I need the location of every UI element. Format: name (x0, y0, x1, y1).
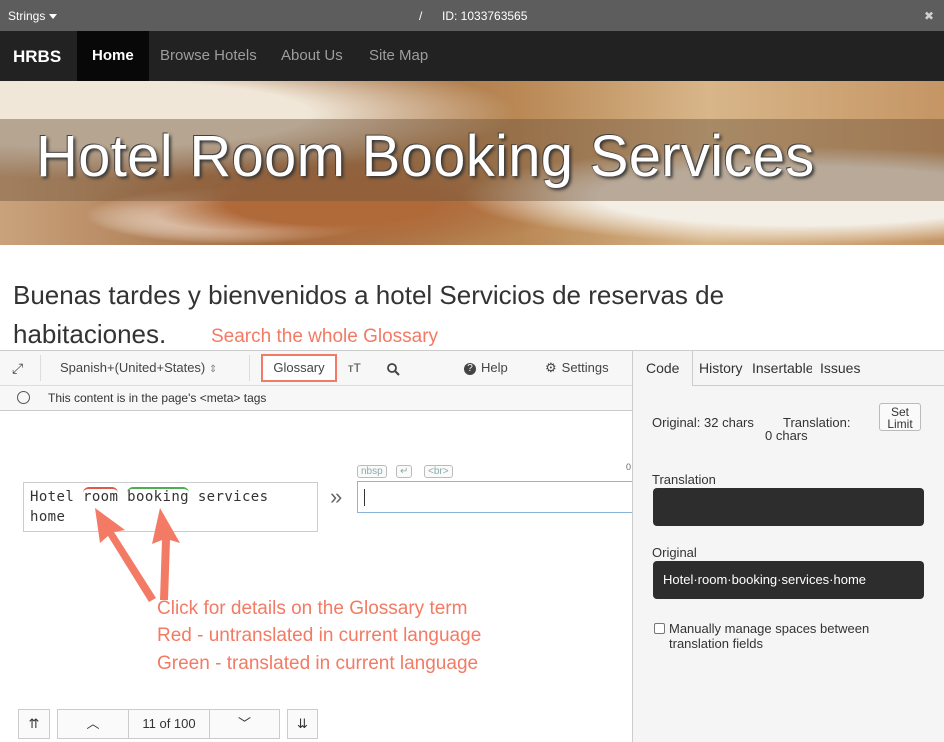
nav-site-map[interactable]: Site Map (369, 31, 428, 81)
manual-spaces-label: Manually manage spaces between translati… (669, 621, 870, 651)
annotation-line-3: Green - translated in current language (157, 653, 479, 674)
translation-char-count: 0 chars (765, 428, 808, 443)
gear-icon: ⚙ (545, 360, 557, 375)
source-word: services (197, 489, 269, 505)
text-size-icon[interactable]: ᴛT (348, 351, 361, 385)
details-tabs: Code History Insertable Issues (633, 351, 944, 386)
set-limit-label-2: Limit (887, 417, 913, 431)
annotation-line-1: Click for details on the Glossary term (157, 598, 468, 619)
strings-topbar: Strings / ID: 1033763565 ✖ (0, 0, 944, 31)
string-id: ID: 1033763565 (442, 9, 528, 23)
help-button[interactable]: ? Help (464, 351, 508, 385)
meta-icon (17, 391, 30, 404)
first-string-button[interactable]: ⇈ (18, 709, 50, 739)
tab-code[interactable]: Code (633, 351, 694, 386)
arrow-green-term (152, 508, 180, 600)
search-icon[interactable] (386, 351, 400, 385)
original-label: Original (652, 545, 697, 560)
tab-history[interactable]: History (699, 351, 743, 386)
nav-browse-hotels[interactable]: Browse Hotels (160, 31, 257, 81)
expand-icon[interactable]: ⤢ (12, 351, 23, 385)
brand-link[interactable]: HRBS (13, 47, 61, 67)
original-char-count: Original: 32 chars (652, 415, 754, 430)
settings-button[interactable]: ⚙ Settings (545, 351, 609, 385)
meta-notice: This content is in the page's <meta> tag… (0, 386, 632, 411)
copy-source-icon[interactable]: » (330, 484, 342, 510)
language-select[interactable]: Spanish+(United+States) ⇕ (60, 351, 217, 385)
help-label: Help (481, 360, 508, 375)
hero-banner: Hotel Room Booking Services (0, 81, 944, 245)
source-word: home (30, 509, 66, 525)
char-counter: 0 (626, 462, 632, 472)
nav-about-us[interactable]: About Us (281, 31, 343, 81)
source-word: Hotel (30, 489, 75, 505)
help-icon: ? (464, 362, 476, 375)
insert-nbsp-button[interactable]: nbsp (357, 465, 387, 478)
last-string-button[interactable]: ⇊ (287, 709, 318, 739)
tab-issues[interactable]: Issues (820, 351, 860, 386)
caret-down-icon (49, 14, 58, 20)
set-limit-button[interactable]: Set Limit (879, 403, 921, 431)
language-label: Spanish+(United+States) (60, 360, 206, 375)
details-panel: Code History Insertable Issues Original:… (632, 350, 944, 742)
next-string-button[interactable]: ﹀ (209, 709, 280, 739)
translation-preview (653, 488, 924, 526)
annotation-arrows (95, 508, 180, 602)
path-separator: / (419, 9, 423, 23)
hero-title: Hotel Room Booking Services (36, 124, 815, 189)
settings-label: Settings (561, 360, 609, 375)
text-cursor (364, 489, 365, 506)
close-icon[interactable]: ✖ (924, 9, 934, 23)
tab-insertable[interactable]: Insertable (752, 351, 812, 386)
insert-newline-button[interactable]: ↵ (396, 465, 413, 478)
editor-toolbar: ⤢ Spanish+(United+States) ⇕ Glossary ᴛT … (0, 351, 632, 386)
manual-spaces-checkbox[interactable] (654, 623, 665, 634)
nav-home[interactable]: Home (77, 31, 149, 81)
meta-text: This content is in the page's <meta> tag… (48, 391, 267, 405)
translation-input[interactable] (357, 481, 632, 513)
prev-string-button[interactable]: ︿ (57, 709, 129, 739)
insert-br-button[interactable]: <br> (424, 465, 453, 478)
arrow-red-term (95, 508, 156, 602)
strings-label: Strings (8, 9, 46, 23)
strings-dropdown[interactable]: Strings (8, 9, 58, 23)
site-navbar: HRBS Home Browse Hotels About Us Site Ma… (0, 31, 944, 81)
string-position-select[interactable]: 11 of 100 (128, 709, 210, 739)
annotation-search: Search the whole Glossary (211, 326, 439, 347)
updown-icon: ⇕ (208, 364, 218, 375)
annotation-line-2: Red - untranslated in current language (157, 625, 482, 646)
glossary-button[interactable]: Glossary (261, 354, 337, 382)
translation-label: Translation (652, 472, 716, 487)
original-preview: Hotel·room·booking·services·home (653, 561, 924, 599)
